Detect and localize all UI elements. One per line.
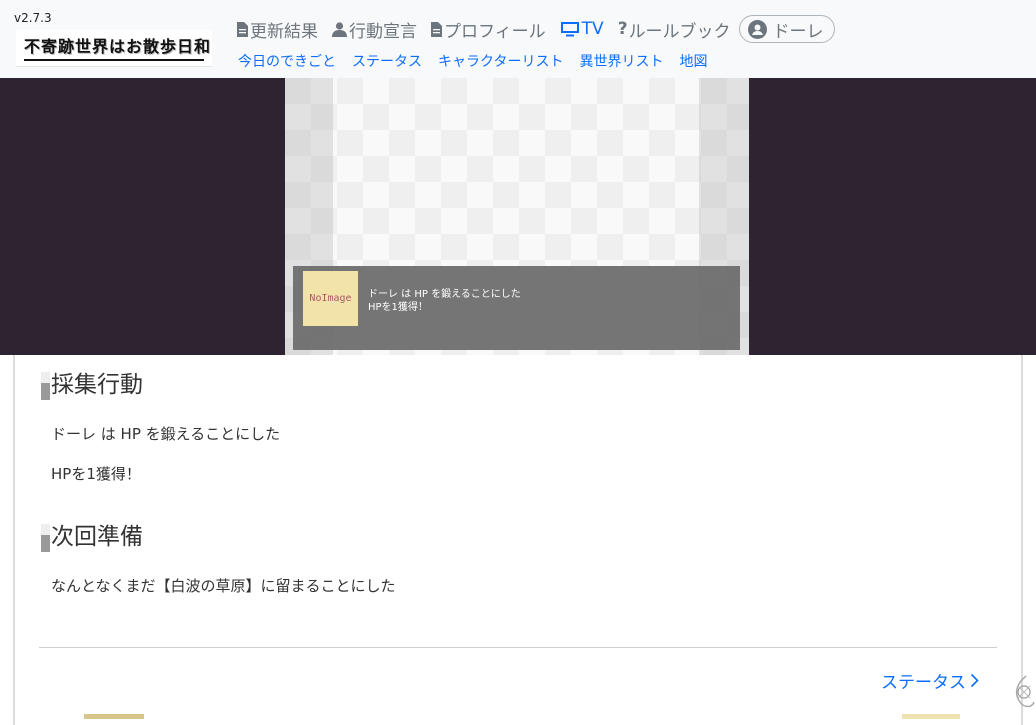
thumbnail-edge [902,714,960,719]
section-paragraph: なんとなくまだ【白波の草原】に留まることにした [51,577,396,595]
nav-tv[interactable]: TV [560,19,604,39]
nav-label: プロフィール [444,21,546,42]
sub-nav: 今日のできごと ステータス キャラクターリスト 異世界リスト 地図 [238,51,723,71]
question-icon: ? [617,19,628,39]
corner-decoration-icon [1015,675,1035,708]
chevron-right-icon [970,673,979,688]
status-link[interactable]: ステータス [881,668,979,693]
section-title: 採集行動 [51,372,143,398]
subnav-today[interactable]: 今日のできごと [238,51,336,71]
nav-label: 更新結果 [250,21,318,42]
user-circle-icon [747,19,767,39]
section-heading: 採集行動 [41,370,143,400]
nav-label: 行動宣言 [349,21,417,42]
section-paragraph: ドーレ は HP を鍛えることにした [51,425,281,443]
user-menu-button[interactable]: ドーレ [738,15,835,43]
status-link-label: ステータス [881,673,966,693]
main-nav: 更新結果 行動宣言 プロフィール TV ? ルールブック ドーレ [237,14,835,44]
tv-message-box: NoImage ドーレ は HP を鍛えることにした HPを1獲得！ [293,266,740,350]
nav-label: ルールブック [628,21,731,42]
nav-update-results[interactable]: 更新結果 [237,17,318,42]
subnav-map[interactable]: 地図 [679,51,707,71]
heading-marker [41,372,50,400]
subnav-status[interactable]: ステータス [352,51,422,71]
document-icon [237,21,248,37]
result-card: 採集行動 ドーレ は HP を鍛えることにした HPを1獲得！ 次回準備 なんと… [13,355,1023,725]
site-logo[interactable]: 不寄跡世界はお散歩日和 [16,30,212,67]
user-name: ドーレ [772,21,824,42]
tv-screen: NoImage ドーレ は HP を鍛えることにした HPを1獲得！ [285,78,749,355]
thumbnail-edge [84,714,144,719]
nav-label: TV [581,19,604,39]
nav-rulebook[interactable]: ? ルールブック [618,17,731,42]
tv-message-line: HPを1獲得！ [368,302,428,313]
person-icon [332,21,347,37]
nav-profile[interactable]: プロフィール [431,17,546,42]
nav-action-declaration[interactable]: 行動宣言 [332,17,417,42]
section-heading: 次回準備 [41,522,143,552]
heading-marker [41,524,50,552]
logo-text: 不寄跡世界はお散歩日和 [24,35,210,61]
bottom-thumbnail-strip [0,714,1036,719]
section-title: 次回準備 [51,524,143,550]
subnav-world-list[interactable]: 異世界リスト [579,51,663,71]
tv-message-line: ドーレ は HP を鍛えることにした [368,289,521,300]
document-icon [431,21,442,37]
section-paragraph: HPを1獲得！ [51,465,141,483]
site-header: v2.7.3 不寄跡世界はお散歩日和 更新結果 行動宣言 プロフィール TV ?… [0,0,1036,78]
divider [39,647,997,648]
subnav-character-list[interactable]: キャラクターリスト [438,51,563,71]
version-label: v2.7.3 [14,11,52,25]
tv-icon [560,22,579,37]
noimage-placeholder: NoImage [303,271,358,326]
tv-message-text: ドーレ は HP を鍛えることにした HPを1獲得！ [368,288,521,314]
tv-panel: NoImage ドーレ は HP を鍛えることにした HPを1獲得！ [0,78,1036,355]
